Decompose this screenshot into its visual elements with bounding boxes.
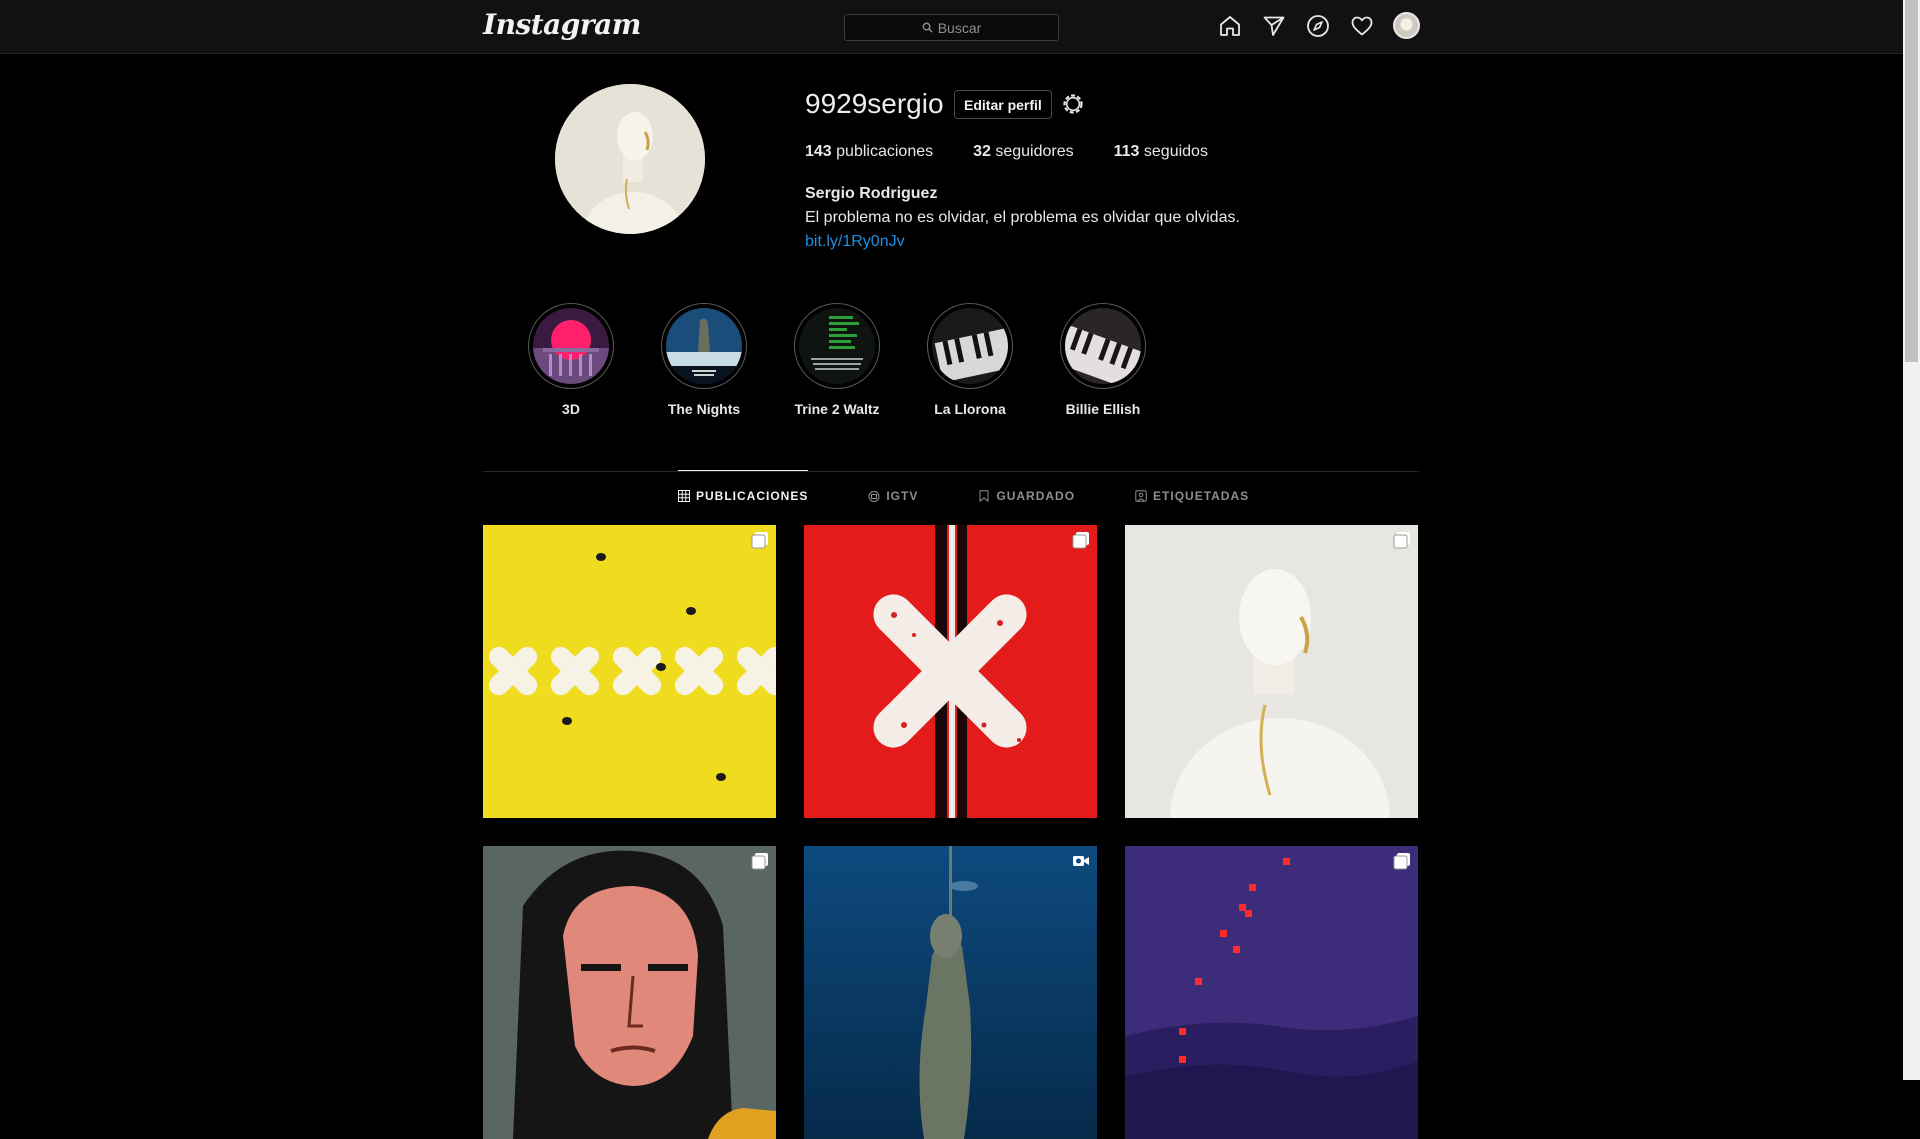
video-icon xyxy=(1073,856,1089,866)
grid-icon xyxy=(678,489,690,502)
tagged-icon xyxy=(1135,489,1147,502)
settings-gear-icon[interactable] xyxy=(1060,91,1086,117)
tab-label: ETIQUETADAS xyxy=(1153,488,1250,503)
tab-label: IGTV xyxy=(886,488,919,503)
post-tile[interactable] xyxy=(1125,846,1418,1139)
instagram-logo[interactable]: Instagram xyxy=(483,8,641,41)
profile-full-name: Sergio Rodriguez xyxy=(805,185,938,202)
followers-count: 32 xyxy=(973,143,991,160)
home-icon[interactable] xyxy=(1217,13,1243,39)
following-stat[interactable]: 113 seguidos xyxy=(1114,143,1208,161)
post-tile[interactable] xyxy=(483,846,776,1139)
highlight-the-nights[interactable]: The Nights xyxy=(661,303,747,417)
story-highlights: 3D The Nights Trine 2 Waltz La Llorona B… xyxy=(528,303,1146,417)
nav-icons xyxy=(1217,12,1420,39)
profile-bio-link[interactable]: bit.ly/1Ry0nJv xyxy=(805,233,905,251)
post-image xyxy=(483,846,776,1139)
highlight-label: Trine 2 Waltz xyxy=(794,401,880,417)
top-nav: Instagram Buscar xyxy=(0,0,1903,54)
post-tile[interactable] xyxy=(804,846,1097,1139)
post-image xyxy=(804,846,1097,1139)
bookmark-icon xyxy=(979,489,989,502)
explore-icon[interactable] xyxy=(1305,13,1331,39)
highlight-ring xyxy=(661,303,747,389)
highlight-la-llorona[interactable]: La Llorona xyxy=(927,303,1013,417)
highlight-thumbnail xyxy=(799,308,875,384)
page-scrollbar[interactable] xyxy=(1903,0,1920,1080)
tab-etiquetadas[interactable]: ETIQUETADAS xyxy=(1135,470,1250,503)
carousel-icon xyxy=(1393,853,1410,870)
profile-avatar[interactable] xyxy=(1393,12,1420,39)
profile-tabs: PUBLICACIONES IGTV GUARDADO ETIQUETADAS xyxy=(678,470,1250,503)
post-image xyxy=(483,525,776,818)
profile-bio: El problema no es olvidar, el problema e… xyxy=(805,209,1240,226)
post-tile[interactable] xyxy=(483,525,776,818)
posts-label: publicaciones xyxy=(836,143,934,160)
carousel-icon xyxy=(751,853,768,870)
igtv-icon xyxy=(868,490,880,502)
direct-icon[interactable] xyxy=(1261,13,1287,39)
profile-username: 9929sergio xyxy=(805,88,944,119)
scrollbar-thumb[interactable] xyxy=(1905,0,1918,362)
tab-publicaciones[interactable]: PUBLICACIONES xyxy=(678,470,809,503)
post-tile[interactable] xyxy=(1125,525,1418,818)
highlight-label: La Llorona xyxy=(934,401,1006,417)
highlight-thumbnail xyxy=(533,308,609,384)
profile-stats: 143 publicaciones 32 seguidores 113 segu… xyxy=(805,143,1248,161)
post-image xyxy=(1125,846,1418,1139)
tab-label: PUBLICACIONES xyxy=(696,488,809,503)
highlight-billie-ellish[interactable]: Billie Ellish xyxy=(1060,303,1146,417)
tab-label: GUARDADO xyxy=(996,488,1076,503)
search-icon xyxy=(922,22,933,33)
following-label: seguidos xyxy=(1143,143,1208,160)
post-image xyxy=(804,525,1097,818)
carousel-icon xyxy=(1072,532,1089,549)
highlight-ring xyxy=(794,303,880,389)
post-image xyxy=(1125,525,1418,818)
highlight-3d[interactable]: 3D xyxy=(528,303,614,417)
followers-stat[interactable]: 32 seguidores xyxy=(973,143,1074,161)
highlight-thumbnail xyxy=(1065,308,1141,384)
tab-igtv[interactable]: IGTV xyxy=(868,470,919,503)
following-count: 113 xyxy=(1113,143,1140,160)
profile-picture[interactable] xyxy=(555,84,705,234)
highlight-ring xyxy=(927,303,1013,389)
posts-count: 143 xyxy=(805,143,832,160)
post-tile[interactable] xyxy=(804,525,1097,818)
highlight-thumbnail xyxy=(666,308,742,384)
search-input[interactable]: Buscar xyxy=(844,14,1059,41)
highlight-trine-2-waltz[interactable]: Trine 2 Waltz xyxy=(794,303,880,417)
carousel-icon xyxy=(1393,532,1410,549)
tab-guardado[interactable]: GUARDADO xyxy=(978,470,1076,503)
highlight-label: 3D xyxy=(562,401,580,417)
highlight-label: The Nights xyxy=(667,401,741,417)
followers-label: seguidores xyxy=(995,143,1074,160)
posts-grid xyxy=(483,525,1418,1139)
search-placeholder: Buscar xyxy=(937,19,982,36)
carousel-icon xyxy=(751,532,768,549)
edit-profile-button[interactable]: Editar perfil xyxy=(954,90,1052,119)
posts-stat: 143 publicaciones xyxy=(805,143,933,161)
activity-heart-icon[interactable] xyxy=(1349,13,1375,39)
highlight-thumbnail xyxy=(932,308,1008,384)
highlight-label: Billie Ellish xyxy=(1065,401,1141,417)
highlight-ring xyxy=(1060,303,1146,389)
highlight-ring xyxy=(528,303,614,389)
